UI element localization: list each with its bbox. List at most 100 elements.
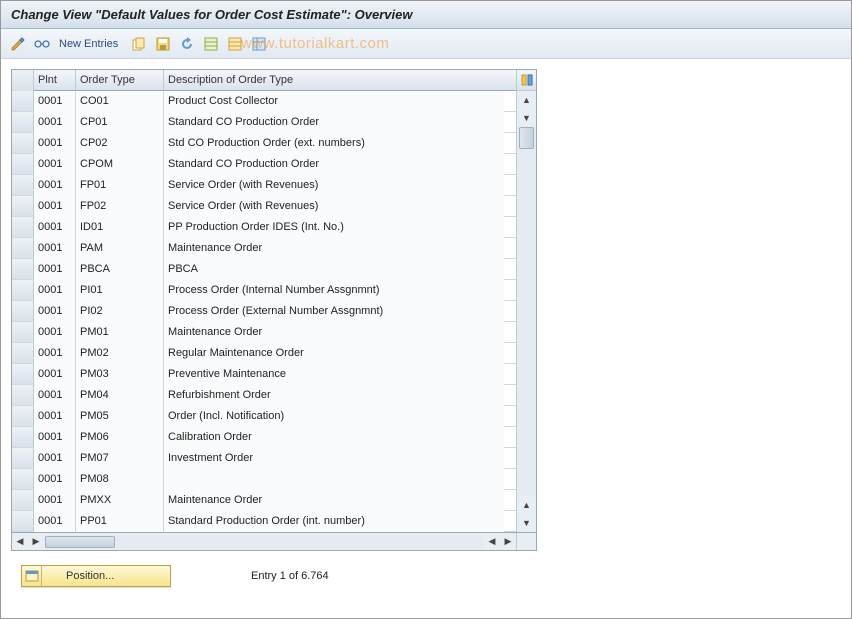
cell-plnt[interactable]: 0001: [34, 196, 76, 217]
cell-description[interactable]: Service Order (with Revenues): [164, 175, 504, 196]
cell-plnt[interactable]: 0001: [34, 469, 76, 490]
cell-description[interactable]: Refurbishment Order: [164, 385, 504, 406]
scroll-down2-icon[interactable]: ▼: [517, 514, 536, 532]
row-selector[interactable]: [12, 364, 34, 384]
cell-description[interactable]: Process Order (External Number Assgnmnt): [164, 301, 504, 322]
cell-order-type[interactable]: CP01: [76, 112, 164, 133]
column-config-icon[interactable]: [517, 70, 536, 91]
copy-icon[interactable]: [130, 35, 148, 53]
row-selector[interactable]: [12, 259, 34, 279]
cell-plnt[interactable]: 0001: [34, 91, 76, 112]
cell-order-type[interactable]: CP02: [76, 133, 164, 154]
cell-description[interactable]: Investment Order: [164, 448, 504, 469]
table-row[interactable]: 0001PM06Calibration Order: [12, 427, 516, 448]
table-row[interactable]: 0001CO01Product Cost Collector: [12, 91, 516, 112]
row-selector[interactable]: [12, 91, 34, 111]
scroll-up-icon[interactable]: ▲: [517, 91, 536, 109]
cell-plnt[interactable]: 0001: [34, 385, 76, 406]
cell-order-type[interactable]: PP01: [76, 511, 164, 532]
scroll-left-icon[interactable]: ◀: [12, 534, 28, 550]
cell-order-type[interactable]: PM07: [76, 448, 164, 469]
cell-plnt[interactable]: 0001: [34, 427, 76, 448]
header-plnt[interactable]: Plnt: [34, 70, 76, 91]
cell-plnt[interactable]: 0001: [34, 511, 76, 532]
row-selector[interactable]: [12, 280, 34, 300]
table-row[interactable]: 0001PM05Order (Incl. Notification): [12, 406, 516, 427]
cell-order-type[interactable]: PM03: [76, 364, 164, 385]
cell-description[interactable]: Standard Production Order (int. number): [164, 511, 504, 532]
cell-description[interactable]: Regular Maintenance Order: [164, 343, 504, 364]
cell-description[interactable]: Standard CO Production Order: [164, 154, 504, 175]
cell-plnt[interactable]: 0001: [34, 259, 76, 280]
cell-order-type[interactable]: CO01: [76, 91, 164, 112]
row-selector[interactable]: [12, 322, 34, 342]
cell-order-type[interactable]: FP02: [76, 196, 164, 217]
table-row[interactable]: 0001PI01Process Order (Internal Number A…: [12, 280, 516, 301]
select-all-cell[interactable]: [12, 70, 34, 91]
cell-plnt[interactable]: 0001: [34, 490, 76, 511]
save-icon[interactable]: [154, 35, 172, 53]
scroll-down-icon[interactable]: ▼: [517, 109, 536, 127]
row-selector[interactable]: [12, 511, 34, 531]
cell-order-type[interactable]: PM02: [76, 343, 164, 364]
table-row[interactable]: 0001PM01Maintenance Order: [12, 322, 516, 343]
cell-description[interactable]: Maintenance Order: [164, 490, 504, 511]
cell-plnt[interactable]: 0001: [34, 448, 76, 469]
cell-description[interactable]: Maintenance Order: [164, 238, 504, 259]
cell-plnt[interactable]: 0001: [34, 364, 76, 385]
cell-description[interactable]: Maintenance Order: [164, 322, 504, 343]
cell-plnt[interactable]: 0001: [34, 343, 76, 364]
cell-plnt[interactable]: 0001: [34, 112, 76, 133]
row-selector[interactable]: [12, 196, 34, 216]
table-settings-icon[interactable]: [250, 35, 268, 53]
table-row[interactable]: 0001PM03Preventive Maintenance: [12, 364, 516, 385]
row-selector[interactable]: [12, 154, 34, 174]
row-selector[interactable]: [12, 112, 34, 132]
new-entries-button[interactable]: New Entries: [59, 38, 118, 50]
undo-icon[interactable]: [178, 35, 196, 53]
table-row[interactable]: 0001PM04Refurbishment Order: [12, 385, 516, 406]
row-selector[interactable]: [12, 427, 34, 447]
cell-description[interactable]: PBCA: [164, 259, 504, 280]
scroll-thumb[interactable]: [519, 127, 534, 149]
scroll-up2-icon[interactable]: ▲: [517, 496, 536, 514]
table-row[interactable]: 0001FP01Service Order (with Revenues): [12, 175, 516, 196]
cell-plnt[interactable]: 0001: [34, 322, 76, 343]
row-selector[interactable]: [12, 490, 34, 510]
row-selector[interactable]: [12, 385, 34, 405]
cell-order-type[interactable]: CPOM: [76, 154, 164, 175]
cell-description[interactable]: Process Order (Internal Number Assgnmnt): [164, 280, 504, 301]
change-icon[interactable]: [9, 35, 27, 53]
cell-order-type[interactable]: ID01: [76, 217, 164, 238]
header-description[interactable]: Description of Order Type: [164, 70, 504, 91]
table-row[interactable]: 0001ID01PP Production Order IDES (Int. N…: [12, 217, 516, 238]
cell-order-type[interactable]: PAM: [76, 238, 164, 259]
table-row[interactable]: 0001PM08: [12, 469, 516, 490]
header-order-type[interactable]: Order Type: [76, 70, 164, 91]
cell-order-type[interactable]: PM08: [76, 469, 164, 490]
cell-description[interactable]: Order (Incl. Notification): [164, 406, 504, 427]
row-selector[interactable]: [12, 238, 34, 258]
row-selector[interactable]: [12, 343, 34, 363]
cell-order-type[interactable]: PM05: [76, 406, 164, 427]
table-row[interactable]: 0001PBCAPBCA: [12, 259, 516, 280]
row-selector[interactable]: [12, 133, 34, 153]
cell-plnt[interactable]: 0001: [34, 154, 76, 175]
cell-description[interactable]: PP Production Order IDES (Int. No.): [164, 217, 504, 238]
cell-description[interactable]: Std CO Production Order (ext. numbers): [164, 133, 504, 154]
table-row[interactable]: 0001CPOMStandard CO Production Order: [12, 154, 516, 175]
table-row[interactable]: 0001CP02Std CO Production Order (ext. nu…: [12, 133, 516, 154]
cell-description[interactable]: [164, 469, 504, 490]
row-selector[interactable]: [12, 301, 34, 321]
table-row[interactable]: 0001PI02Process Order (External Number A…: [12, 301, 516, 322]
table-row[interactable]: 0001PP01Standard Production Order (int. …: [12, 511, 516, 532]
scroll-right2-icon[interactable]: ▶: [500, 534, 516, 550]
row-selector[interactable]: [12, 448, 34, 468]
table-row[interactable]: 0001PM07Investment Order: [12, 448, 516, 469]
position-button[interactable]: Position...: [21, 565, 171, 587]
glasses-icon[interactable]: [33, 35, 51, 53]
cell-description[interactable]: Service Order (with Revenues): [164, 196, 504, 217]
cell-order-type[interactable]: FP01: [76, 175, 164, 196]
cell-plnt[interactable]: 0001: [34, 301, 76, 322]
cell-plnt[interactable]: 0001: [34, 133, 76, 154]
